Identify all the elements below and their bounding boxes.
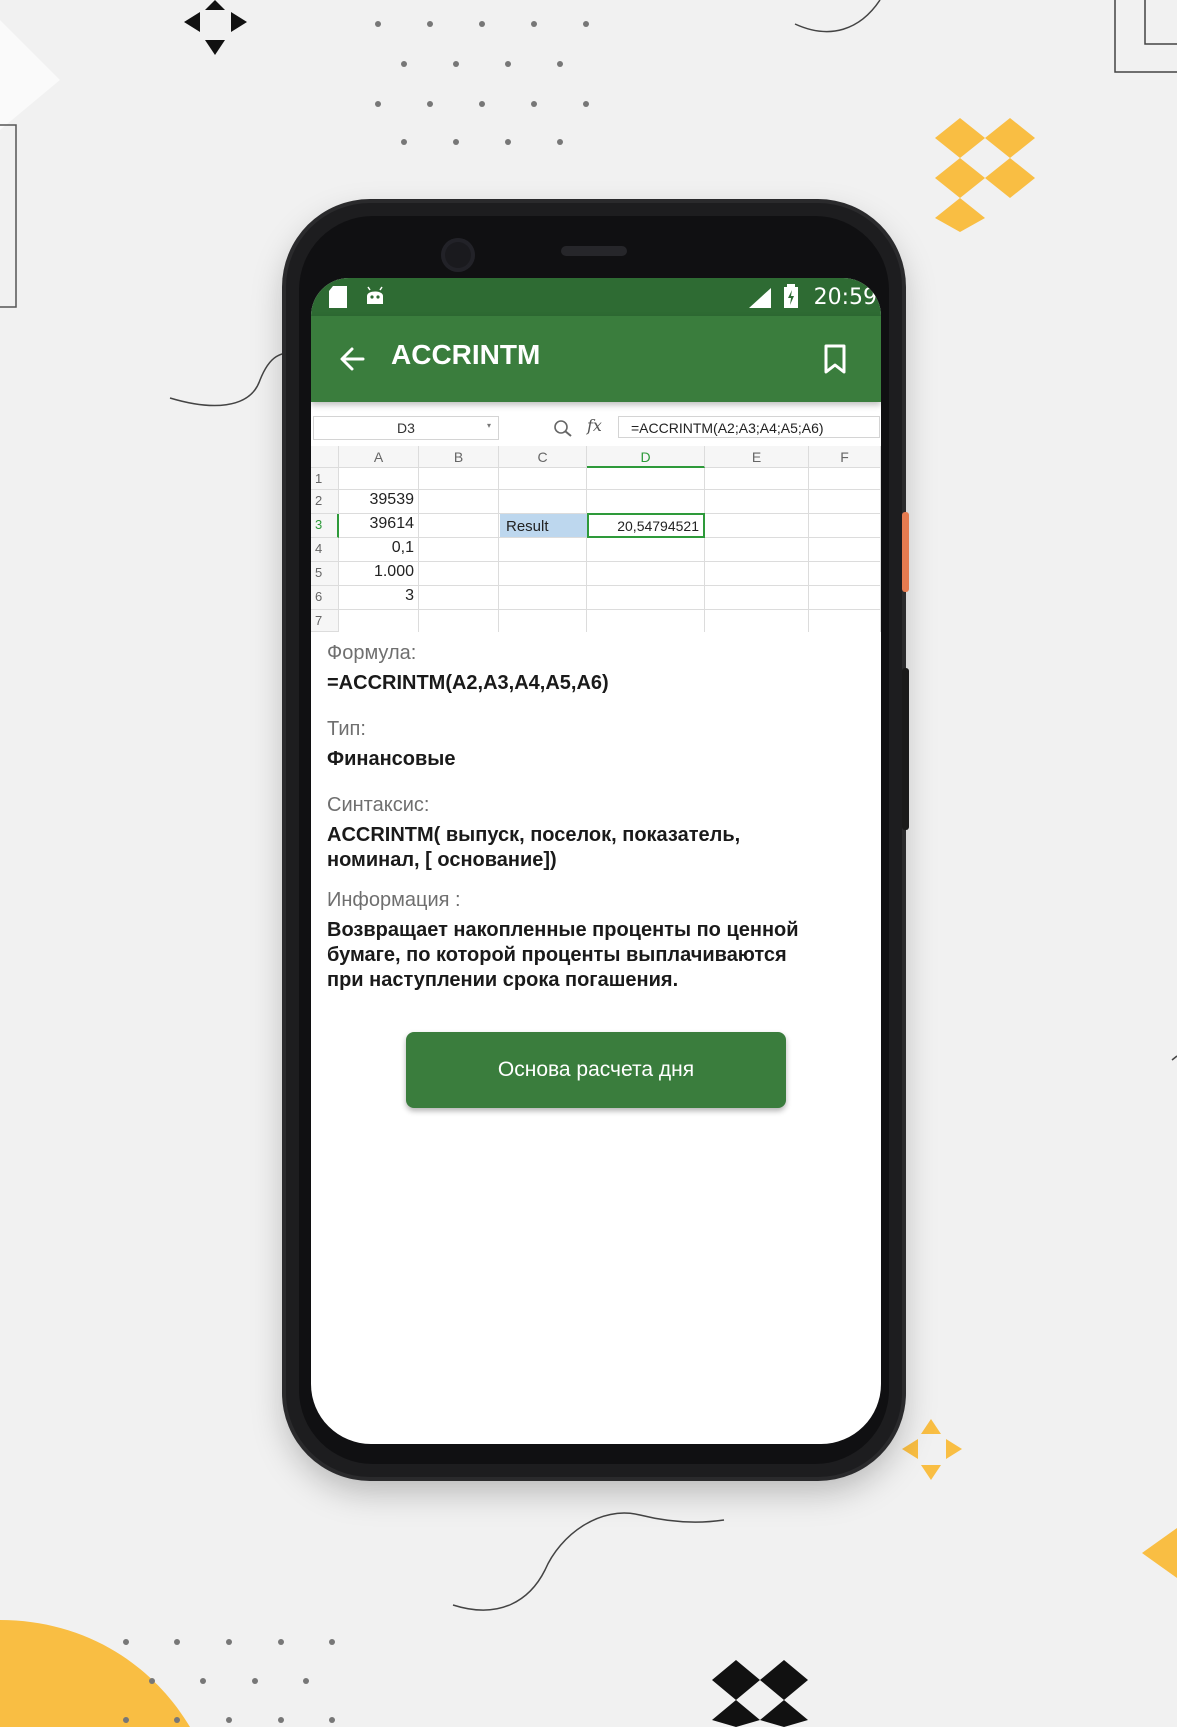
android-icon	[367, 286, 383, 304]
column-header-e: E	[705, 446, 809, 468]
column-header-a: A	[339, 446, 419, 468]
syntax-label: Синтаксис:	[327, 794, 430, 816]
grid-col-f	[809, 468, 881, 632]
cell-d3-result-value: 20,54794521	[587, 513, 705, 538]
zoom-icon	[554, 420, 572, 437]
name-box: D3	[313, 416, 499, 440]
row-header-4: 4	[311, 538, 339, 562]
signal-icon	[749, 288, 771, 308]
battery-icon	[784, 284, 798, 308]
earpiece-speaker	[561, 246, 627, 256]
cell-a2: 39539	[369, 491, 415, 508]
formula-bar: =ACCRINTM(A2;A3;A4;A5;A6)	[618, 416, 880, 438]
info-label: Информация :	[327, 889, 461, 911]
cell-a4: 0,1	[391, 539, 414, 556]
row-header-5: 5	[311, 562, 339, 586]
grid-row-line	[339, 609, 881, 610]
function-details: Формула: =ACCRINTM(A2,A3,A4,A5,A6) Тип: …	[327, 634, 867, 993]
corner-cell	[311, 446, 339, 468]
syntax-value-line1: ACCRINTM( выпуск, поселок, показатель,	[327, 824, 741, 846]
back-arrow-icon[interactable]	[339, 346, 365, 372]
info-line-3: при наступлении срока погашения.	[327, 969, 679, 991]
grid-col-e	[705, 468, 809, 632]
cell-a5: 1.000	[373, 563, 414, 580]
grid-row-line	[339, 585, 881, 586]
grid-col-b	[419, 468, 499, 632]
app-bar: ACCRINTM	[311, 316, 881, 402]
formula-label: Формула:	[327, 642, 417, 664]
type-label: Тип:	[327, 718, 366, 740]
syntax-value-line2: номинал, [ основание])	[327, 849, 557, 871]
info-line-2: бумаге, по которой проценты выплачиваютс…	[327, 944, 787, 966]
column-header-c: C	[499, 446, 587, 468]
grid-row-line	[339, 489, 881, 490]
row-header-3: 3	[311, 514, 339, 538]
grid-col-c	[499, 468, 587, 632]
cell-a6: 3	[405, 587, 414, 604]
status-time: 20:59	[813, 285, 877, 310]
grid-col-d	[587, 468, 705, 632]
phone-side-button-power	[902, 668, 909, 830]
day-count-basis-button[interactable]: Основа расчета дня	[406, 1032, 786, 1108]
info-line-1: Возвращает накопленные проценты по ценно…	[327, 919, 799, 941]
page-title: ACCRINTM	[391, 339, 541, 370]
name-box-dropdown-icon: ▾	[487, 421, 492, 430]
column-header-f: F	[809, 446, 881, 468]
phone-screen: 20:59 ACCRINTM D3 ▾ fx =ACCRINTM(A2;A3;A…	[311, 278, 881, 1444]
row-header-1: 1	[311, 468, 339, 490]
type-value: Финансовые	[327, 748, 456, 770]
front-camera	[441, 238, 475, 272]
fx-icon: fx	[587, 416, 602, 435]
row-header-7: 7	[311, 610, 339, 632]
spreadsheet-example: D3 ▾ fx =ACCRINTM(A2;A3;A4;A5;A6) A B C …	[311, 412, 881, 632]
grid-row-line	[339, 561, 881, 562]
phone-side-button-accent	[902, 512, 909, 592]
column-header-b: B	[419, 446, 499, 468]
formula-value: =ACCRINTM(A2,A3,A4,A5,A6)	[327, 672, 609, 694]
row-header-6: 6	[311, 586, 339, 610]
column-header-d: D	[587, 446, 705, 468]
row-header-2: 2	[311, 490, 339, 514]
sd-card-icon	[329, 286, 347, 308]
bookmark-icon[interactable]	[824, 344, 846, 374]
status-bar: 20:59	[311, 278, 881, 316]
cell-a3: 39614	[369, 515, 415, 532]
cell-c3-result-label: Result	[500, 514, 587, 537]
